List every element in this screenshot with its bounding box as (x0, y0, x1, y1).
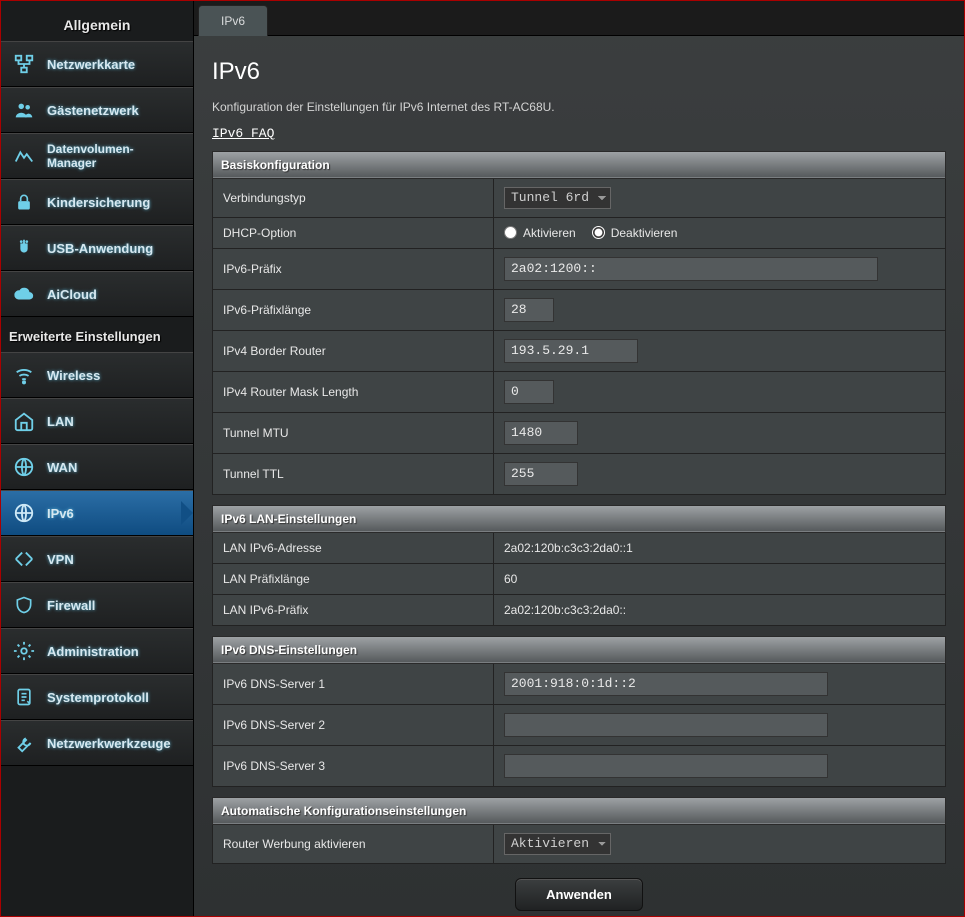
field-label: Verbindungstyp (213, 178, 494, 217)
sidebar-item-label: Systemprotokoll (47, 690, 149, 705)
vpn-icon (11, 546, 37, 572)
sidebar-item-label: Netzwerkkarte (47, 57, 135, 72)
ipv6-faq-link[interactable]: IPv6 FAQ (212, 126, 274, 141)
field-label: LAN IPv6-Adresse (213, 532, 494, 563)
field-label: IPv4 Router Mask Length (213, 371, 494, 412)
basic-config-table: Basiskonfiguration Verbindungstyp Tunnel… (212, 151, 946, 495)
sidebar-item-label: AiCloud (47, 287, 97, 302)
lan-ipv6-prefix-value: 2a02:120b:c3c3:2da0:: (494, 594, 946, 625)
mask-length-input[interactable] (504, 380, 554, 404)
section-header-lan: IPv6 LAN-Einstellungen (213, 505, 946, 532)
sidebar-item-aicloud[interactable]: AiCloud (1, 271, 193, 317)
shield-icon (11, 592, 37, 618)
section-header-dns: IPv6 DNS-Einstellungen (213, 636, 946, 663)
sidebar-item-label: Gästenetzwerk (47, 103, 139, 118)
sidebar-general-title: Allgemein (1, 9, 193, 41)
field-label: Tunnel TTL (213, 453, 494, 494)
lan-ipv6-address-value: 2a02:120b:c3c3:2da0::1 (494, 532, 946, 563)
sidebar-item-admin[interactable]: Administration (1, 628, 193, 674)
apply-button[interactable]: Anwenden (515, 878, 643, 911)
tunnel-ttl-input[interactable] (504, 462, 578, 486)
wifi-icon (11, 362, 37, 388)
gear-icon (11, 638, 37, 664)
field-label: IPv6-Präfixlänge (213, 289, 494, 330)
sidebar-item-label: Administration (47, 644, 139, 659)
dns3-input[interactable] (504, 754, 828, 778)
dns-config-table: IPv6 DNS-Einstellungen IPv6 DNS-Server 1… (212, 636, 946, 787)
tab-ipv6[interactable]: IPv6 (198, 5, 268, 36)
traffic-icon (11, 143, 37, 169)
field-label: DHCP-Option (213, 217, 494, 248)
sidebar-advanced-title: Erweiterte Einstellungen (1, 317, 193, 352)
log-icon (11, 684, 37, 710)
field-label: LAN IPv6-Präfix (213, 594, 494, 625)
lan-config-table: IPv6 LAN-Einstellungen LAN IPv6-Adresse … (212, 505, 946, 626)
sidebar-item-label: LAN (47, 414, 74, 429)
sidebar-item-lan[interactable]: LAN (1, 398, 193, 444)
radio-label: Aktivieren (523, 226, 576, 240)
globe-ipv6-icon (11, 500, 37, 526)
dns2-input[interactable] (504, 713, 828, 737)
sidebar-item-wan[interactable]: WAN (1, 444, 193, 490)
sidebar-item-label: USB-Anwendung (47, 241, 153, 256)
field-label: IPv6 DNS-Server 1 (213, 663, 494, 704)
field-label: Router Werbung aktivieren (213, 824, 494, 863)
globe-icon (11, 454, 37, 480)
main-panel: IPv6 IPv6 Konfiguration der Einstellunge… (194, 1, 964, 916)
ipv6-prefix-input[interactable] (504, 257, 878, 281)
home-icon (11, 408, 37, 434)
dhcp-enable-radio[interactable] (504, 226, 517, 239)
field-label: Tunnel MTU (213, 412, 494, 453)
field-label: LAN Präfixlänge (213, 563, 494, 594)
section-header-basic: Basiskonfiguration (213, 151, 946, 178)
sidebar-item-nettools[interactable]: Netzwerkwerkzeuge (1, 720, 193, 766)
sidebar-item-guestnet[interactable]: Gästenetzwerk (1, 87, 193, 133)
dhcp-disable-radio[interactable] (592, 226, 605, 239)
sidebar-item-ipv6[interactable]: IPv6 (1, 490, 193, 536)
radio-label: Deaktivieren (611, 226, 678, 240)
sidebar-item-label: Datenvolumen-Manager (47, 142, 134, 170)
sidebar-item-label: IPv6 (47, 506, 74, 521)
sidebar-item-parental[interactable]: Kindersicherung (1, 179, 193, 225)
field-label: IPv6-Präfix (213, 248, 494, 289)
guest-icon (11, 97, 37, 123)
content-area: IPv6 Konfiguration der Einstellungen für… (194, 36, 964, 916)
dns1-input[interactable] (504, 672, 828, 696)
lan-prefix-len-value: 60 (494, 563, 946, 594)
sidebar-item-firewall[interactable]: Firewall (1, 582, 193, 628)
border-router-input[interactable] (504, 339, 638, 363)
sidebar-item-vpn[interactable]: VPN (1, 536, 193, 582)
connection-type-select[interactable]: Tunnel 6rd (504, 187, 611, 209)
wrench-icon (11, 730, 37, 756)
sidebar: Allgemein Netzwerkkarte Gästenetzwerk Da… (1, 1, 194, 916)
cloud-icon (11, 281, 37, 307)
sidebar-item-label: Firewall (47, 598, 95, 613)
auto-config-table: Automatische Konfigurationseinstellungen… (212, 797, 946, 864)
sidebar-item-label: VPN (47, 552, 74, 567)
sidebar-item-label: Kindersicherung (47, 195, 150, 210)
router-adv-select[interactable]: Aktivieren (504, 833, 611, 855)
sidebar-item-usb[interactable]: USB-Anwendung (1, 225, 193, 271)
lock-icon (11, 189, 37, 215)
sidebar-item-networkmap[interactable]: Netzwerkkarte (1, 41, 193, 87)
tab-bar: IPv6 (194, 1, 964, 36)
sidebar-item-label: Netzwerkwerkzeuge (47, 736, 171, 751)
sidebar-item-label: WAN (47, 460, 77, 475)
field-label: IPv6 DNS-Server 2 (213, 704, 494, 745)
tunnel-mtu-input[interactable] (504, 421, 578, 445)
sidebar-item-traffic[interactable]: Datenvolumen-Manager (1, 133, 193, 179)
ipv6-prefix-len-input[interactable] (504, 298, 554, 322)
section-header-auto: Automatische Konfigurationseinstellungen (213, 797, 946, 824)
page-description: Konfiguration der Einstellungen für IPv6… (212, 100, 946, 114)
sidebar-item-label: Wireless (47, 368, 100, 383)
plugin-icon (11, 235, 37, 261)
field-label: IPv6 DNS-Server 3 (213, 745, 494, 786)
field-label: IPv4 Border Router (213, 330, 494, 371)
sidebar-item-wireless[interactable]: Wireless (1, 352, 193, 398)
page-title: IPv6 (212, 58, 946, 86)
network-map-icon (11, 51, 37, 77)
sidebar-item-syslog[interactable]: Systemprotokoll (1, 674, 193, 720)
